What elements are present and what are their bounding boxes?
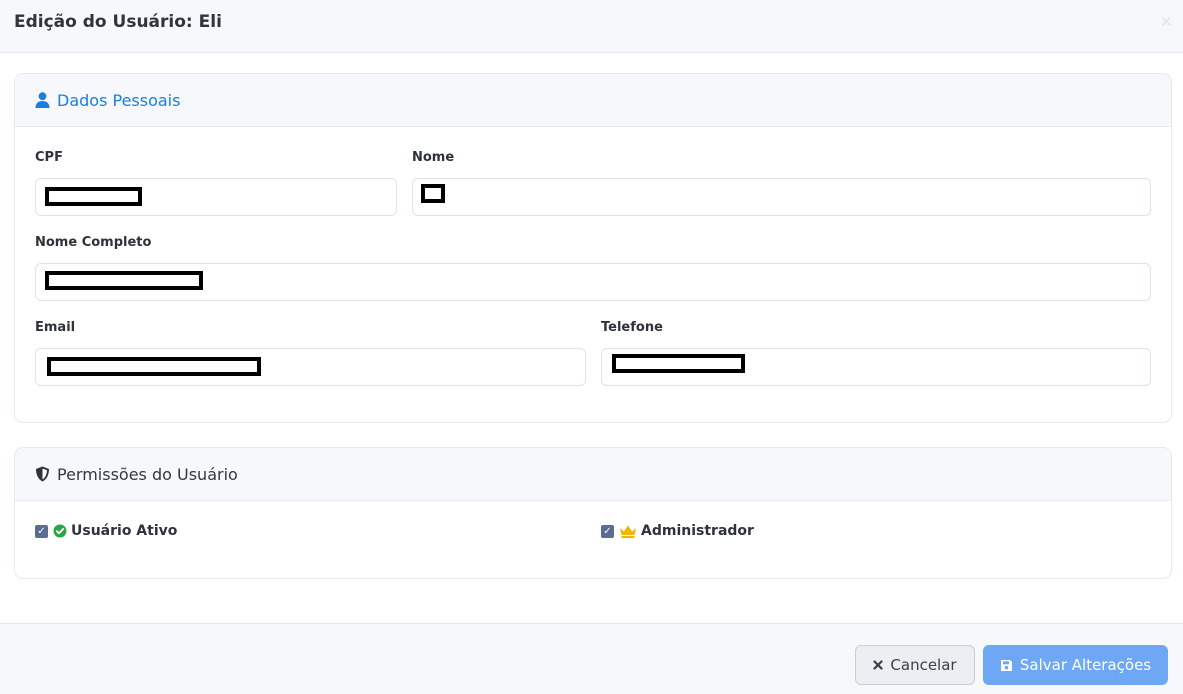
personal-data-title: Dados Pessoais (57, 90, 181, 110)
check-circle-icon (53, 524, 67, 538)
active-user-checkbox[interactable]: ✓ (35, 524, 48, 538)
email-label: Email (35, 320, 76, 335)
user-icon (35, 92, 50, 108)
nome-completo-field[interactable] (35, 263, 1151, 301)
nome-field[interactable] (412, 178, 1151, 216)
permissions-card: Permissões do Usuário ✓ Usuário Ativo ✓ … (14, 447, 1172, 579)
cancel-label: Cancelar (890, 656, 957, 674)
nome-completo-label: Nome Completo (35, 235, 152, 250)
crown-icon (619, 524, 637, 538)
edit-user-modal: Edição do Usuário: Eli ✕ Dados Pessoais … (0, 0, 1183, 694)
administrator-label: Administrador (641, 523, 754, 539)
permissions-header: Permissões do Usuário (15, 448, 1171, 501)
modal-header: Edição do Usuário: Eli ✕ (0, 0, 1183, 53)
active-user-label: Usuário Ativo (71, 523, 178, 539)
close-icon[interactable]: ✕ (1160, 14, 1173, 30)
shield-icon (35, 466, 50, 482)
personal-data-header: Dados Pessoais (15, 74, 1171, 127)
cpf-label: CPF (35, 150, 63, 165)
telefone-label: Telefone (601, 320, 663, 335)
administrator-permission: ✓ Administrador (601, 523, 754, 539)
modal-footer: Cancelar Salvar Alterações (0, 623, 1183, 694)
nome-label: Nome (412, 150, 455, 165)
administrator-checkbox[interactable]: ✓ (601, 524, 614, 538)
permissions-title: Permissões do Usuário (57, 464, 238, 484)
x-icon (873, 660, 884, 670)
cancel-button[interactable]: Cancelar (855, 645, 975, 685)
active-user-permission: ✓ Usuário Ativo (35, 523, 177, 539)
telefone-field[interactable] (601, 348, 1151, 386)
floppy-disk-icon (1000, 659, 1013, 672)
cpf-field[interactable] (35, 178, 397, 216)
modal-title: Edição do Usuário: Eli (14, 12, 222, 32)
save-changes-button[interactable]: Salvar Alterações (983, 645, 1168, 685)
save-changes-label: Salvar Alterações (1019, 656, 1152, 674)
email-field[interactable] (35, 348, 586, 386)
